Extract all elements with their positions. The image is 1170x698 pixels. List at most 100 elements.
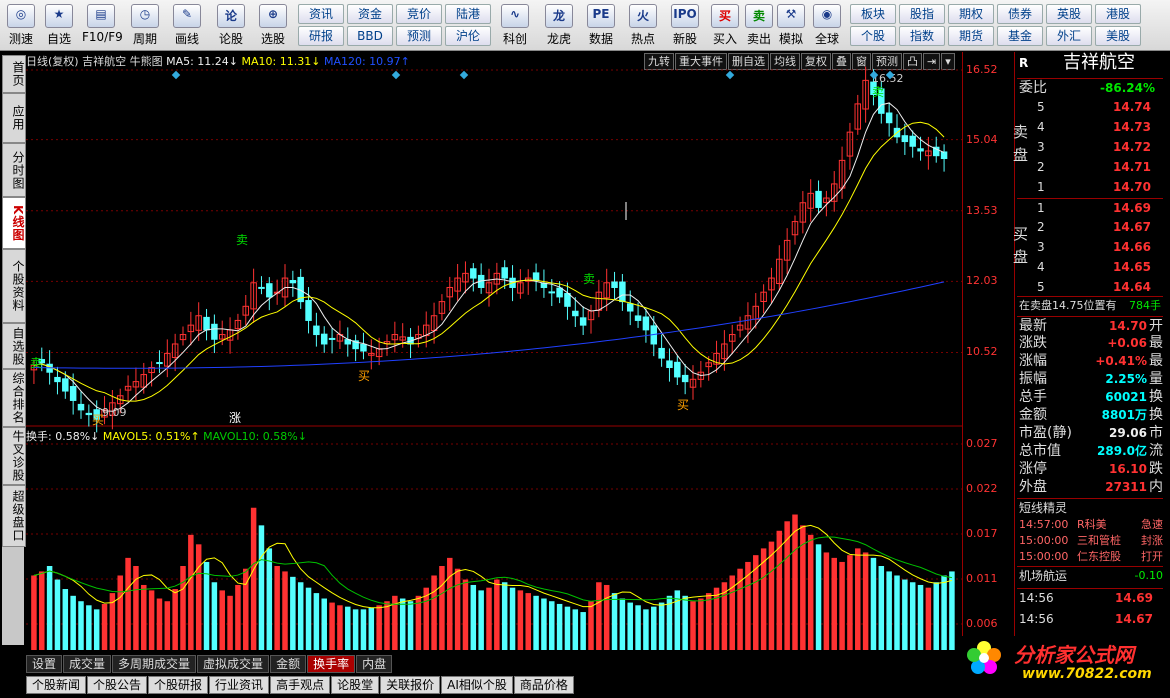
- turnover-bar: [93, 609, 100, 650]
- nav-item-6[interactable]: 综合排名: [2, 369, 26, 427]
- kline-chart[interactable]: 卖卖卖卖买买买涨16.529.09: [26, 52, 962, 652]
- market-cell-3[interactable]: 债券: [997, 4, 1043, 24]
- grid-cell-1[interactable]: 资金: [347, 4, 393, 24]
- nav-item-2[interactable]: 分时图: [2, 143, 26, 197]
- mavol10-label: MAVOL10: 0.58%↓: [203, 430, 307, 443]
- market-cell-1[interactable]: 股指: [899, 4, 945, 24]
- turnover-bar: [611, 593, 618, 650]
- market-cell-8[interactable]: 期货: [948, 26, 994, 46]
- test-button[interactable]: ◎ 测速: [2, 2, 40, 48]
- candle-body: [69, 386, 77, 401]
- candle-body: [328, 337, 336, 340]
- market-cell-4[interactable]: 英股: [1046, 4, 1092, 24]
- info-tab-7[interactable]: AI相似个股: [441, 676, 513, 694]
- grid-cell-7[interactable]: 沪伦: [445, 26, 491, 46]
- sell-price[interactable]: 14.72: [1113, 138, 1151, 156]
- nav-item-3[interactable]: K线图: [2, 197, 26, 249]
- nav-item-5[interactable]: 自选股: [2, 323, 26, 369]
- buy-price[interactable]: 14.69: [1113, 199, 1151, 217]
- event-marker-icon[interactable]: [459, 70, 469, 80]
- market-cell-10[interactable]: 外汇: [1046, 26, 1092, 46]
- grid-cell-4[interactable]: 研报: [298, 26, 344, 46]
- market-cell-0[interactable]: 板块: [850, 4, 896, 24]
- sell-price[interactable]: 14.73: [1113, 118, 1151, 136]
- buy-level-row: 3 14.66: [1017, 238, 1163, 256]
- indicator-tab-2[interactable]: 多周期成交量: [112, 655, 197, 673]
- vol-tick: 0.006: [966, 617, 998, 630]
- indicator-tab-0[interactable]: 设置: [26, 655, 63, 673]
- pick-button[interactable]: ⊕ 选股: [254, 2, 292, 48]
- indicator-tab-6[interactable]: 内盘: [356, 655, 393, 673]
- nav-item-8[interactable]: 超级盘口: [2, 485, 26, 547]
- buy-price[interactable]: 14.66: [1113, 238, 1151, 256]
- grid-cell-3[interactable]: 陆港: [445, 4, 491, 24]
- grid-cell-5[interactable]: BBD: [347, 26, 393, 46]
- data-button[interactable]: PE 数据: [582, 2, 620, 48]
- market-cell-5[interactable]: 港股: [1095, 4, 1141, 24]
- info-tab-5[interactable]: 论股堂: [331, 676, 380, 694]
- indicator-tab-4[interactable]: 金额: [270, 655, 307, 673]
- buy-price[interactable]: 14.64: [1113, 278, 1151, 296]
- indicator-tab-1[interactable]: 成交量: [63, 655, 112, 673]
- watchlist-button[interactable]: ★ 自选: [40, 2, 78, 48]
- turnover-bar: [313, 593, 320, 650]
- quote-label: 总市值: [1019, 443, 1061, 459]
- event-marker-icon[interactable]: [171, 70, 181, 80]
- info-tab-4[interactable]: 高手观点: [270, 676, 331, 694]
- sell-price[interactable]: 14.71: [1113, 158, 1151, 176]
- event-marker-icon[interactable]: [391, 70, 401, 80]
- indicator-tab-5[interactable]: 换手率: [307, 655, 356, 673]
- f10-label: F10/F9: [82, 30, 123, 44]
- hot-button[interactable]: 火热点: [624, 2, 662, 48]
- candle-body: [203, 316, 210, 331]
- market-cell-9[interactable]: 基金: [997, 26, 1043, 46]
- draw-button[interactable]: ✎ 画线: [168, 2, 206, 48]
- grid-cell-0[interactable]: 资讯: [298, 4, 344, 24]
- info-tab-1[interactable]: 个股公告: [87, 676, 148, 694]
- global-button[interactable]: ◉ 全球: [808, 2, 846, 48]
- sprite-stock[interactable]: 仁东控股: [1077, 548, 1121, 566]
- info-tab-6[interactable]: 关联报价: [380, 676, 441, 694]
- sell-price[interactable]: 14.70: [1113, 178, 1151, 196]
- period-button[interactable]: ◷ 周期: [126, 2, 164, 48]
- dragon-button[interactable]: 龙龙虎: [540, 2, 578, 48]
- sell-price[interactable]: 14.74: [1113, 98, 1151, 116]
- info-tab-8[interactable]: 商品价格: [513, 676, 574, 694]
- earth-icon: ◉: [813, 4, 841, 28]
- info-tab-2[interactable]: 个股研报: [148, 676, 209, 694]
- buy-button[interactable]: 买买入: [706, 2, 744, 48]
- turnover-bar: [368, 608, 375, 650]
- info-tab-0[interactable]: 个股新闻: [26, 676, 87, 694]
- kechuang-button[interactable]: ∿ 科创: [496, 2, 534, 48]
- nav-item-0[interactable]: 首页: [2, 55, 26, 93]
- turnover-bar: [917, 584, 924, 650]
- indicator-tab-3[interactable]: 虚拟成交量: [197, 655, 270, 673]
- buy-price[interactable]: 14.67: [1113, 218, 1151, 236]
- candle-body: [320, 333, 328, 345]
- nav-item-7[interactable]: 牛叉诊股: [2, 427, 26, 485]
- turnover-bar: [894, 575, 900, 650]
- quote-label: 涨跌: [1019, 335, 1047, 351]
- market-cell-11[interactable]: 美股: [1095, 26, 1141, 46]
- buy-price[interactable]: 14.65: [1113, 258, 1151, 276]
- market-cell-7[interactable]: 指数: [899, 26, 945, 46]
- info-tab-3[interactable]: 行业资讯: [209, 676, 270, 694]
- sim-button[interactable]: ⚒ 模拟: [772, 2, 810, 48]
- ipo-button[interactable]: IPO 新股: [666, 2, 704, 48]
- turnover-bar: [690, 601, 696, 650]
- comment-button[interactable]: 论论股: [212, 2, 250, 48]
- event-marker-icon[interactable]: [725, 70, 735, 80]
- nav-item-1[interactable]: 应用: [2, 93, 26, 143]
- turnover-bar: [533, 595, 539, 650]
- grid-cell-6[interactable]: 预测: [396, 26, 442, 46]
- f10-button[interactable]: ▤ F10/F9: [82, 2, 123, 48]
- sector-name[interactable]: 机场航运: [1019, 567, 1067, 585]
- market-cell-6[interactable]: 个股: [850, 26, 896, 46]
- grid-cell-2[interactable]: 竞价: [396, 4, 442, 24]
- turnover-bar: [564, 606, 571, 650]
- nav-item-4[interactable]: 个股资料: [2, 249, 26, 323]
- turnover-bar: [266, 548, 273, 650]
- market-cell-2[interactable]: 期权: [948, 4, 994, 24]
- turnover-bar: [447, 557, 453, 650]
- turnover-bar: [792, 514, 798, 650]
